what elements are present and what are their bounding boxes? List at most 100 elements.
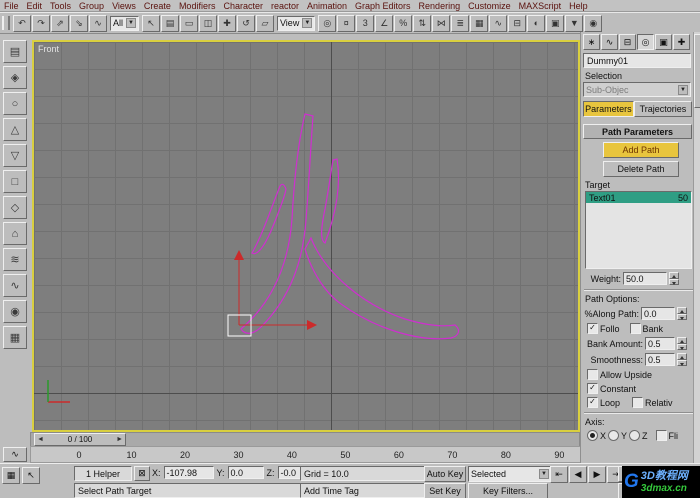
tab-parameters[interactable]: Parameters xyxy=(583,101,634,117)
align-icon[interactable]: ≣ xyxy=(451,14,470,32)
smoothness-field[interactable]: 0.5 xyxy=(645,353,675,366)
text-spline-shape[interactable] xyxy=(240,113,460,340)
menu-item-5[interactable]: Create xyxy=(144,1,171,11)
target-list[interactable]: Text01 50 xyxy=(585,191,692,269)
viewport-front[interactable]: Front xyxy=(32,40,580,432)
left-toolbar-icon-5[interactable]: ▽ xyxy=(3,144,27,167)
tab-motion-icon[interactable]: ◎ xyxy=(637,34,654,50)
auto-key-button[interactable]: Auto Key xyxy=(424,466,466,482)
constant-velocity-checkbox[interactable] xyxy=(587,383,598,394)
axis-y-radio[interactable] xyxy=(608,430,620,441)
menu-item-1[interactable]: Edit xyxy=(27,1,43,11)
tab-trajectories[interactable]: Trajectories xyxy=(633,101,692,117)
menu-item-6[interactable]: Modifiers xyxy=(179,1,216,11)
select-and-move-icon[interactable]: ✚ xyxy=(217,14,236,32)
left-toolbar-icon-6[interactable]: □ xyxy=(3,170,27,193)
left-toolbar-icon-4[interactable]: △ xyxy=(3,118,27,141)
bank-amount-field[interactable]: 0.5 xyxy=(645,337,675,350)
left-toolbar-icon-3[interactable]: ○ xyxy=(3,92,27,115)
menu-item-3[interactable]: Group xyxy=(79,1,104,11)
menu-item-11[interactable]: Rendering xyxy=(419,1,461,11)
set-key-button[interactable]: Set Key xyxy=(424,483,466,498)
select-and-link-icon[interactable]: ⇗ xyxy=(51,14,69,32)
schematic-view-icon[interactable]: ⊟ xyxy=(508,14,527,32)
weight-spinner[interactable] xyxy=(669,272,679,285)
tab-display-icon[interactable]: ▣ xyxy=(655,34,672,50)
undo-icon[interactable]: ↶ xyxy=(13,14,31,32)
tab-create-icon[interactable]: ∗ xyxy=(583,34,600,50)
weight-field[interactable]: 50.0 xyxy=(623,272,667,285)
loop-checkbox[interactable] xyxy=(587,397,598,408)
left-toolbar-icon-11[interactable]: ◉ xyxy=(3,300,27,323)
curve-editor-icon[interactable]: ∿ xyxy=(489,14,508,32)
toolbar-grip[interactable] xyxy=(2,16,10,30)
target-list-item-Text01[interactable]: Text01 50 xyxy=(586,192,691,203)
tab-hierarchy-icon[interactable]: ⊟ xyxy=(619,34,636,50)
quick-render-icon[interactable]: ◉ xyxy=(584,14,603,32)
tab-modify-icon[interactable]: ∿ xyxy=(601,34,618,50)
select-and-scale-icon[interactable]: ▱ xyxy=(255,14,274,32)
time-slider-next-icon[interactable]: ► xyxy=(116,436,123,443)
subobject-dropdown[interactable]: Sub-Objec ▼ xyxy=(583,82,691,97)
bank-checkbox[interactable] xyxy=(629,323,641,334)
time-slider-track[interactable]: ◄ 0 / 100 ► xyxy=(30,432,580,447)
command-panel-scrollbar[interactable] xyxy=(693,32,700,463)
selection-filter-dropdown[interactable]: All ▼ xyxy=(110,15,139,31)
menu-item-9[interactable]: Animation xyxy=(307,1,347,11)
tab-utilities-icon[interactable]: ✚ xyxy=(673,34,690,50)
axis-z-radio[interactable] xyxy=(629,430,641,441)
add-path-button[interactable]: Add Path xyxy=(603,142,679,158)
layer-manager-icon[interactable]: ▦ xyxy=(470,14,489,32)
left-toolbar-icon-10[interactable]: ∿ xyxy=(3,274,27,297)
rectangular-selection-region-icon[interactable]: ▭ xyxy=(179,14,198,32)
select-object-icon[interactable]: ↖ xyxy=(141,14,160,32)
use-center-icon[interactable]: ◎ xyxy=(318,14,337,32)
left-toolbar-icon-2[interactable]: ◈ xyxy=(3,66,27,89)
menu-item-13[interactable]: MAXScript xyxy=(519,1,562,11)
select-by-name-icon[interactable]: ▤ xyxy=(160,14,179,32)
status-mouse-icon[interactable]: ↖ xyxy=(22,467,40,484)
key-mode-dropdown[interactable]: Selected ▼ xyxy=(468,466,552,482)
menu-item-0[interactable]: File xyxy=(4,1,19,11)
scrollbar-thumb[interactable] xyxy=(694,34,700,108)
track-bar[interactable]: 0102030405060708090100 xyxy=(30,446,654,463)
selection-lock-icon[interactable]: ⊠ xyxy=(134,466,150,481)
key-filters-button[interactable]: Key Filters... xyxy=(468,483,548,498)
menu-item-8[interactable]: reactor xyxy=(271,1,299,11)
smoothness-spinner[interactable] xyxy=(677,353,687,366)
flip-checkbox[interactable] xyxy=(655,430,667,441)
unlink-selection-icon[interactable]: ⇘ xyxy=(70,14,88,32)
menu-item-7[interactable]: Character xyxy=(223,1,263,11)
percent-snap-icon[interactable]: % xyxy=(394,14,413,32)
material-editor-icon[interactable]: ◐ xyxy=(527,14,546,32)
left-toolbar-icon-12[interactable]: ▦ xyxy=(3,326,27,349)
follow-checkbox[interactable] xyxy=(587,323,598,334)
select-and-rotate-icon[interactable]: ↺ xyxy=(236,14,255,32)
menu-item-14[interactable]: Help xyxy=(569,1,588,11)
allow-upside-down-checkbox[interactable] xyxy=(587,369,598,380)
play-icon[interactable]: ▶ xyxy=(588,466,606,483)
left-toolbar-icon-1[interactable]: ▤ xyxy=(3,40,27,63)
coord-y-field[interactable]: 0.0 xyxy=(227,466,264,479)
time-slider-prev-icon[interactable]: ◄ xyxy=(37,436,44,443)
coord-x-field[interactable]: -107.98 xyxy=(163,466,214,479)
axis-x-radio[interactable] xyxy=(587,430,598,441)
window-crossing-icon[interactable]: ◫ xyxy=(198,14,217,32)
left-toolbar-icon-9[interactable]: ≋ xyxy=(3,248,27,271)
left-toolbar-icon-8[interactable]: ⌂ xyxy=(3,222,27,245)
delete-path-button[interactable]: Delete Path xyxy=(603,161,679,177)
menu-item-10[interactable]: Graph Editors xyxy=(355,1,411,11)
menu-item-12[interactable]: Customize xyxy=(468,1,511,11)
open-mini-curve-editor-icon[interactable]: ∿ xyxy=(3,447,27,462)
time-slider[interactable]: ◄ 0 / 100 ► xyxy=(34,433,126,446)
viewport-label[interactable]: Front xyxy=(38,44,59,54)
go-to-start-icon[interactable]: ⇤ xyxy=(550,466,568,483)
render-scene-icon[interactable]: ▣ xyxy=(546,14,565,32)
path-parameters-rollout[interactable]: Path Parameters xyxy=(583,124,692,139)
redo-icon[interactable]: ↷ xyxy=(32,14,50,32)
transform-gizmo[interactable] xyxy=(234,250,317,330)
reference-coordinate-dropdown[interactable]: View ▼ xyxy=(276,15,316,31)
along-path-field[interactable]: 0.0 xyxy=(641,307,675,320)
menu-item-2[interactable]: Tools xyxy=(50,1,71,11)
select-and-manipulate-icon[interactable]: ¤ xyxy=(337,14,356,32)
